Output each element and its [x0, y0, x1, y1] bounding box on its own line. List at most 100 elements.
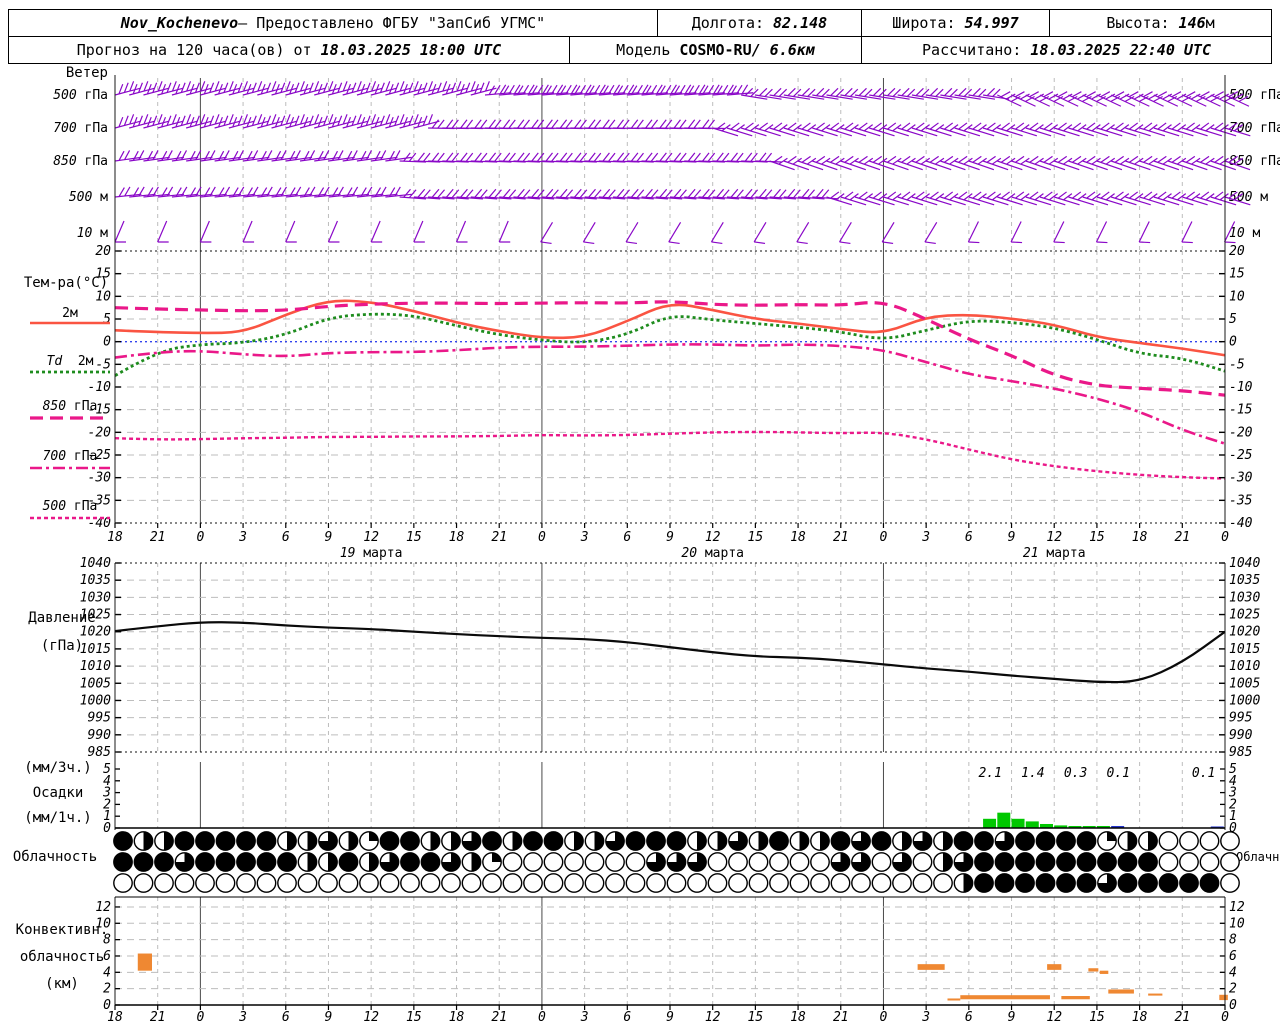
svg-text:12: 12	[363, 1010, 379, 1024]
svg-text:12: 12	[705, 530, 721, 545]
svg-text:10: 10	[1229, 289, 1245, 304]
latitude-label: Широта:	[892, 14, 956, 32]
svg-text:-40: -40	[1229, 516, 1253, 531]
svg-text:0: 0	[103, 821, 111, 836]
svg-text:18: 18	[107, 530, 123, 545]
svg-text:8: 8	[1229, 933, 1237, 948]
svg-text:2м: 2м	[62, 306, 78, 321]
svg-text:9: 9	[666, 530, 674, 545]
svg-text:21: 21	[833, 530, 849, 545]
svg-text:0: 0	[880, 530, 888, 545]
svg-text:-25: -25	[1229, 448, 1253, 463]
svg-text:0.1: 0.1	[1192, 766, 1215, 781]
svg-text:3: 3	[238, 530, 247, 545]
svg-text:12: 12	[1046, 530, 1062, 545]
svg-text:10 м: 10 м	[1229, 226, 1260, 241]
svg-text:4: 4	[103, 965, 111, 980]
svg-text:-30: -30	[1229, 471, 1253, 486]
svg-text:500 м: 500 м	[1229, 190, 1268, 205]
svg-text:4: 4	[1229, 965, 1237, 980]
svg-text:1040: 1040	[1229, 556, 1260, 571]
svg-text:15: 15	[406, 530, 422, 545]
svg-text:0: 0	[196, 530, 204, 545]
computed-cell: Рассчитано: 18.03.2025 22:40 UTC	[861, 37, 1271, 63]
svg-text:3: 3	[580, 1010, 589, 1024]
height-unit: м	[1205, 14, 1215, 32]
svg-text:-10: -10	[1229, 380, 1253, 395]
header-row-1: Nov_Kochenevo — Предоставлено ФГБУ "ЗапС…	[9, 10, 1271, 36]
latitude-cell: Широта: 54.997	[861, 10, 1049, 36]
svg-text:Облачность: Облачность	[1236, 850, 1280, 864]
svg-text:21 марта: 21 марта	[1023, 546, 1086, 561]
svg-text:3: 3	[580, 530, 589, 545]
svg-text:1000: 1000	[1229, 693, 1260, 708]
svg-text:0: 0	[538, 530, 546, 545]
svg-text:1005: 1005	[1229, 676, 1260, 691]
height-value: 146	[1178, 14, 1206, 32]
svg-text:700 гПа: 700 гПа	[53, 121, 108, 136]
svg-text:15: 15	[1089, 530, 1105, 545]
svg-text:1015: 1015	[1229, 642, 1260, 657]
svg-text:3: 3	[238, 1010, 247, 1024]
svg-text:0: 0	[103, 335, 111, 350]
svg-text:15: 15	[1089, 1010, 1105, 1024]
svg-text:850 гПа: 850 гПа	[53, 154, 108, 169]
svg-text:500 гПа: 500 гПа	[43, 499, 98, 514]
svg-text:2.1: 2.1	[978, 766, 1001, 781]
svg-text:(мм/1ч.): (мм/1ч.)	[24, 810, 91, 826]
svg-text:15: 15	[748, 530, 764, 545]
forecast-label: Прогноз на 120 часа(ов) от	[76, 41, 312, 59]
pressure-panel: Давление(гПа)1040 10401035 10351030 1030102…	[28, 556, 1260, 760]
forecast-cell: Прогноз на 120 часа(ов) от 18.03.2025 18:…	[9, 37, 569, 63]
svg-text:0: 0	[1229, 998, 1237, 1013]
svg-text:21: 21	[491, 1010, 507, 1024]
svg-text:9: 9	[1008, 1010, 1016, 1024]
svg-text:8: 8	[103, 933, 111, 948]
provider-text: — Предоставлено ФГБУ "ЗапСиб УГМС"	[238, 14, 546, 32]
svg-text:1020: 1020	[80, 625, 111, 640]
svg-text:6: 6	[965, 530, 973, 545]
svg-text:20 марта: 20 марта	[681, 546, 744, 561]
longitude-label: Долгота:	[691, 14, 765, 32]
longitude-cell: Долгота: 82.148	[657, 10, 861, 36]
svg-text:Осадки: Осадки	[33, 785, 84, 801]
svg-text:21: 21	[1174, 1010, 1190, 1024]
svg-text:6: 6	[282, 530, 290, 545]
header: Nov_Kochenevo — Предоставлено ФГБУ "ЗапС…	[8, 9, 1272, 64]
svg-text:985: 985	[88, 745, 112, 760]
svg-text:18: 18	[1132, 1010, 1148, 1024]
svg-text:985: 985	[1229, 745, 1253, 760]
svg-text:Ветер: Ветер	[66, 65, 108, 81]
computed-time: 18.03.2025 22:40 UTC	[1030, 41, 1211, 59]
header-row-2: Прогноз на 120 часа(ов) от 18.03.2025 18:…	[9, 36, 1271, 63]
svg-text:1010: 1010	[80, 659, 111, 674]
svg-text:15: 15	[748, 1010, 764, 1024]
svg-text:-5: -5	[1229, 357, 1245, 372]
svg-text:1.4: 1.4	[1021, 766, 1044, 781]
svg-text:10: 10	[95, 289, 111, 304]
svg-text:0: 0	[1229, 335, 1237, 350]
svg-text:9: 9	[1008, 530, 1016, 545]
svg-text:0.1: 0.1	[1107, 766, 1130, 781]
svg-text:1020: 1020	[1229, 625, 1260, 640]
svg-text:12: 12	[1046, 1010, 1062, 1024]
svg-text:18: 18	[1132, 530, 1148, 545]
svg-text:1015: 1015	[80, 642, 111, 657]
svg-text:10 м: 10 м	[77, 226, 108, 241]
meteogram-page: Ветер 500 гПа 500 гПа 700 гПа 700 гПа 850 гПа…	[0, 0, 1280, 1024]
svg-text:9: 9	[325, 530, 333, 545]
svg-text:10: 10	[95, 916, 111, 931]
cloudiness-panel: Облачность Облачность	[13, 831, 1280, 893]
svg-text:0: 0	[1221, 530, 1229, 545]
bottom-time-axis: 18 21 0 3 6 9 12 15 18 21 0 3 6 9 12 15 18 21 0 3 6 9 12 15 18 21…	[107, 1005, 1229, 1024]
svg-text:2: 2	[1229, 982, 1237, 997]
svg-text:9: 9	[325, 1010, 333, 1024]
svg-text:12: 12	[1229, 900, 1245, 915]
svg-text:6: 6	[103, 949, 111, 964]
svg-text:1025: 1025	[80, 608, 111, 623]
svg-text:1025: 1025	[1229, 608, 1260, 623]
svg-text:6: 6	[282, 1010, 290, 1024]
svg-text:6: 6	[965, 1010, 973, 1024]
svg-text:-35: -35	[1229, 493, 1253, 508]
svg-text:-15: -15	[1229, 403, 1253, 418]
